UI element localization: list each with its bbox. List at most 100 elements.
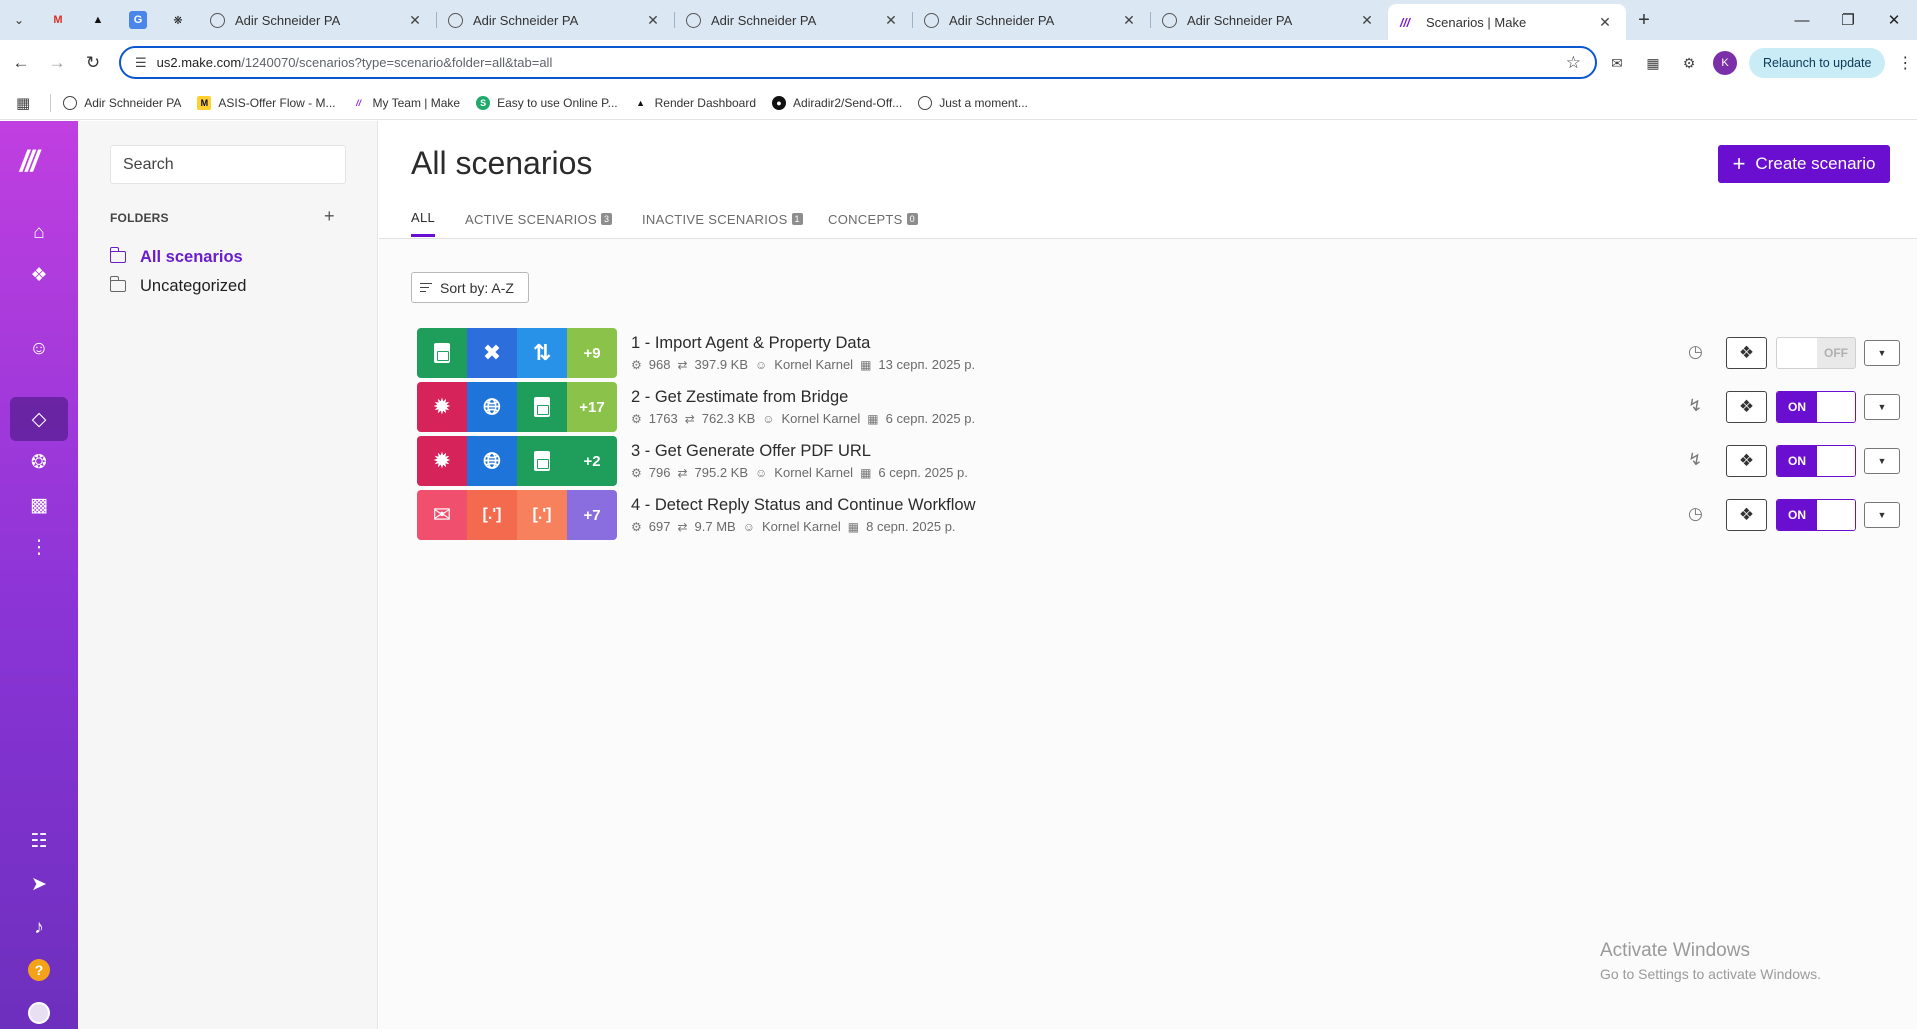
flow-control-button[interactable]: ❖ (1726, 445, 1767, 477)
bookmark-item[interactable]: M ASIS-Offer Flow - M... (197, 95, 336, 110)
rocket-icon[interactable]: ➤ (10, 862, 68, 906)
scenario-options-dropdown[interactable]: ▼ (1864, 502, 1900, 528)
tab-all[interactable]: ALL (411, 201, 436, 237)
flow-control-button[interactable]: ❖ (1726, 499, 1767, 531)
close-window-icon[interactable]: ✕ (1871, 0, 1917, 40)
sort-button[interactable]: Sort by: A-Z (411, 272, 529, 303)
bookmark-item[interactable]: Just a moment... (918, 95, 1028, 110)
close-icon[interactable]: ✕ (1596, 14, 1614, 31)
close-icon[interactable]: ✕ (644, 12, 662, 29)
more-vertical-icon[interactable]: ⋮ (10, 525, 68, 569)
reload-icon[interactable]: ↻ (78, 48, 108, 78)
pinned-tab-render[interactable]: ▲ (78, 0, 118, 40)
bookmark-item[interactable]: ▲ Render Dashboard (634, 96, 756, 110)
scenario-toggle[interactable]: ON (1776, 499, 1856, 531)
url-host: us2.make.com (156, 55, 242, 70)
scenario-name[interactable]: 1 - Import Agent & Property Data (631, 334, 870, 353)
tab-active-scenarios[interactable]: ACTIVE SCENARIOS 3 (465, 201, 613, 237)
scenario-row[interactable]: ✹ 🌐︎ +17 2 - Get Zestimate from Bridge ⚙… (417, 382, 1900, 432)
relaunch-button[interactable]: Relaunch to update (1749, 48, 1886, 78)
toggle-knob (1817, 500, 1855, 530)
scenario-toggle[interactable]: ON (1776, 445, 1856, 477)
templates-puzzle-icon[interactable]: ▩ (10, 483, 68, 527)
flow-control-button[interactable]: ❖ (1726, 337, 1767, 369)
add-folder-icon[interactable]: + (324, 206, 335, 227)
browser-tab[interactable]: Adir Schneider PA ✕ (912, 0, 1150, 40)
lightning-icon[interactable]: ↯ (1688, 450, 1702, 470)
qr-extension-icon[interactable]: ▦ (1641, 51, 1665, 75)
close-icon[interactable]: ✕ (882, 12, 900, 29)
restore-icon[interactable]: ❐ (1825, 0, 1871, 40)
tab-concepts[interactable]: CONCEPTS 0 (828, 201, 918, 237)
scenario-row[interactable]: ✖ ⇅ +9 1 - Import Agent & Property Data … (417, 328, 1900, 378)
browser-tab-active[interactable]: /// Scenarios | Make ✕ (1388, 4, 1626, 40)
create-scenario-button[interactable]: + Create scenario (1718, 145, 1890, 183)
globe-icon (63, 95, 78, 110)
close-icon[interactable]: ✕ (1120, 12, 1138, 29)
apps-grid-icon[interactable]: ▦ (16, 94, 30, 112)
notifications-bell-icon[interactable]: ♪ (10, 906, 68, 950)
scenario-name[interactable]: 3 - Get Generate Offer PDF URL (631, 442, 871, 461)
team-icon[interactable]: ☺ (10, 327, 68, 371)
url-field[interactable]: ☰ us2.make.com/1240070/scenarios?type=sc… (119, 46, 1597, 79)
pinned-tab-translate[interactable]: G (118, 0, 158, 40)
lightning-icon[interactable]: ↯ (1688, 396, 1702, 416)
owner-name: Kornel Karnel (781, 411, 861, 426)
profile-avatar[interactable]: K (1713, 51, 1737, 75)
close-icon[interactable]: ✕ (1358, 12, 1376, 29)
site-info-icon[interactable]: ☰ (135, 55, 147, 71)
make-logo-icon[interactable]: /// (20, 145, 39, 179)
scenario-options-dropdown[interactable]: ▼ (1864, 448, 1900, 474)
scenario-options-dropdown[interactable]: ▼ (1864, 340, 1900, 366)
pinned-tab-gmail[interactable]: M (38, 0, 78, 40)
back-arrow-icon[interactable]: ← (6, 48, 36, 78)
flow-control-button[interactable]: ❖ (1726, 391, 1767, 423)
watermark-title: Activate Windows (1600, 940, 1750, 961)
operations-count: 1763 (648, 411, 678, 426)
help-icon[interactable]: ? (28, 959, 50, 981)
windows-activation-watermark: Activate Windows Go to Settings to activ… (1600, 940, 1821, 982)
browser-tab[interactable]: Adir Schneider PA ✕ (198, 0, 436, 40)
close-icon[interactable]: ✕ (406, 12, 424, 29)
new-tab-button[interactable]: + (1626, 0, 1662, 40)
folder-item-all-scenarios[interactable]: All scenarios (109, 245, 243, 269)
scenario-app-icons: ✉ [.'] [.'] +7 (417, 490, 617, 540)
scenario-name[interactable]: 2 - Get Zestimate from Bridge (631, 388, 848, 407)
clock-icon[interactable]: ◷ (1688, 504, 1703, 524)
scenario-options-dropdown[interactable]: ▼ (1864, 394, 1900, 420)
scenario-toggle[interactable]: ON (1776, 391, 1856, 423)
docs-book-icon[interactable]: ☷ (10, 819, 68, 863)
user-icon: ☺ (755, 357, 768, 372)
tab-search-chevron-icon[interactable]: ⌄ (0, 0, 38, 40)
scenarios-share-icon[interactable]: ◇ (10, 397, 68, 441)
scenario-row[interactable]: ✉ [.'] [.'] +7 4 - Detect Reply Status a… (417, 490, 1900, 540)
toggle-knob (1777, 338, 1817, 368)
tab-inactive-scenarios[interactable]: INACTIVE SCENARIOS 1 (642, 201, 803, 237)
clock-icon[interactable]: ◷ (1688, 342, 1703, 362)
scenario-row[interactable]: ✹ 🌐︎ +2 3 - Get Generate Offer PDF URL ⚙… (417, 436, 1900, 486)
pinned-tab-openai[interactable]: ❋ (158, 0, 198, 40)
organization-icon[interactable]: ❖ (10, 253, 68, 297)
mail-extension-icon[interactable]: ✉ (1605, 51, 1629, 75)
extensions-puzzle-icon[interactable]: ⚙ (1677, 51, 1701, 75)
browser-menu-icon[interactable]: ⋮ (1897, 53, 1913, 73)
minimize-icon[interactable]: — (1779, 0, 1825, 40)
forward-arrow-icon[interactable]: → (42, 48, 72, 78)
scenario-toggle[interactable]: OFF (1776, 337, 1856, 369)
browser-tab[interactable]: Adir Schneider PA ✕ (436, 0, 674, 40)
avatar[interactable] (28, 1002, 50, 1024)
browser-tab[interactable]: Adir Schneider PA ✕ (1150, 0, 1388, 40)
scenario-name[interactable]: 4 - Detect Reply Status and Continue Wor… (631, 496, 976, 515)
folder-item-uncategorized[interactable]: Uncategorized (109, 274, 246, 298)
ai-agents-icon[interactable]: ❂ (10, 440, 68, 484)
search-input[interactable]: Search (110, 145, 346, 184)
bookmark-star-icon[interactable]: ☆ (1566, 53, 1581, 73)
toggle-label: ON (1777, 500, 1817, 530)
bookmark-item[interactable]: // My Team | Make (352, 95, 461, 110)
bookmark-item[interactable]: S Easy to use Online P... (476, 95, 618, 110)
bookmark-item[interactable]: ● Adiradir2/Send-Off... (772, 95, 902, 110)
home-icon[interactable]: ⌂ (10, 211, 68, 255)
bookmark-label: My Team | Make (372, 95, 461, 110)
bookmark-item[interactable]: Adir Schneider PA (63, 95, 181, 110)
browser-tab[interactable]: Adir Schneider PA ✕ (674, 0, 912, 40)
